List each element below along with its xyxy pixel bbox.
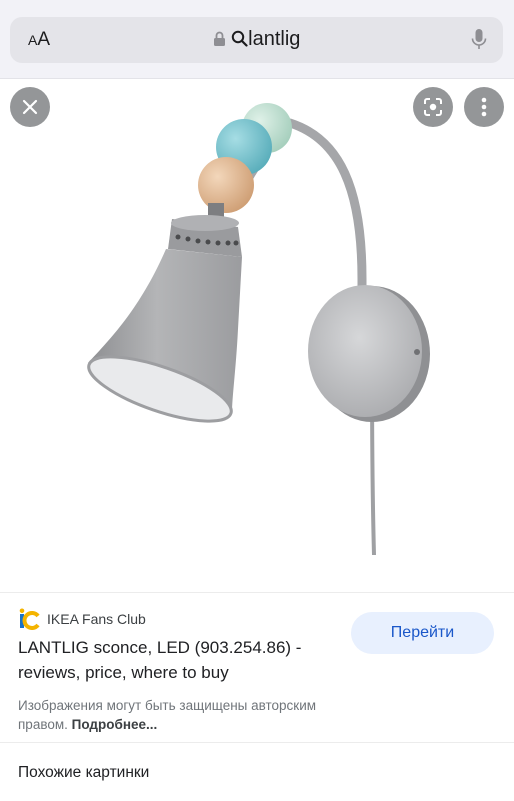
- url-display[interactable]: lantlig: [10, 28, 503, 51]
- lock-icon: [213, 31, 225, 46]
- divider: [0, 742, 514, 743]
- close-icon: [22, 99, 38, 115]
- lamp-image[interactable]: [0, 79, 514, 591]
- more-vert-icon: [481, 97, 487, 117]
- result-title-link[interactable]: LANTLIG sconce, LED (903.254.86) - revie…: [18, 635, 328, 685]
- source-name: IKEA Fans Club: [47, 611, 146, 627]
- similar-images-heading[interactable]: Похожие картинки: [18, 764, 149, 782]
- source-row[interactable]: IKEA Fans Club: [18, 608, 146, 630]
- visit-button[interactable]: Перейти: [351, 612, 494, 654]
- copyright-notice: Изображения могут быть защищены авторски…: [18, 696, 368, 734]
- lens-icon: [424, 98, 442, 116]
- close-button[interactable]: [10, 87, 50, 127]
- result-info-panel: IKEA Fans Club LANTLIG sconce, LED (903.…: [0, 592, 514, 801]
- image-viewer: [0, 79, 514, 591]
- microphone-icon[interactable]: [471, 28, 487, 57]
- address-bar[interactable]: AA lantlig: [10, 17, 503, 63]
- notice-text: Изображения могут быть защищены авторски…: [18, 698, 317, 732]
- lens-button[interactable]: [413, 87, 453, 127]
- ikea-fans-club-logo-icon: [19, 608, 40, 630]
- learn-more-link[interactable]: Подробнее...: [72, 717, 158, 732]
- search-icon: [231, 30, 248, 47]
- browser-toolbar: AA lantlig: [0, 0, 514, 79]
- more-options-button[interactable]: [464, 87, 504, 127]
- url-text: lantlig: [248, 28, 301, 50]
